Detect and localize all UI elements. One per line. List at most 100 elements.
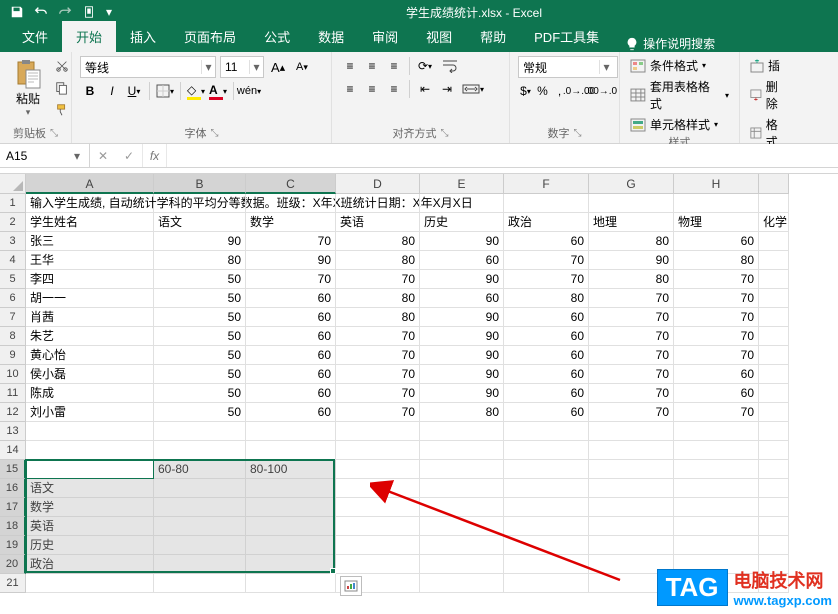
cell[interactable] (154, 574, 246, 593)
cell[interactable]: 80 (336, 232, 420, 251)
cell[interactable] (759, 403, 789, 422)
align-right-icon[interactable]: ≡ (384, 79, 404, 99)
cell[interactable] (336, 422, 420, 441)
cell[interactable]: 70 (674, 346, 759, 365)
chevron-down-icon[interactable]: ▾ (249, 60, 263, 74)
copy-icon[interactable] (52, 78, 72, 98)
cell[interactable]: 50 (154, 346, 246, 365)
cell[interactable] (674, 460, 759, 479)
cell[interactable] (420, 422, 504, 441)
cell[interactable] (26, 574, 154, 593)
number-launcher-icon[interactable]: ⤡ (574, 128, 582, 139)
font-color-icon[interactable]: A▾ (208, 81, 228, 101)
cell[interactable]: 肖茜 (26, 308, 154, 327)
cell[interactable] (154, 555, 246, 574)
cell[interactable]: 90 (420, 346, 504, 365)
font-launcher-icon[interactable]: ⤡ (211, 128, 219, 139)
cell[interactable]: 陈成 (26, 384, 154, 403)
cell[interactable]: 70 (336, 384, 420, 403)
cell[interactable] (759, 384, 789, 403)
cell[interactable]: 政治 (504, 213, 589, 232)
cell[interactable] (589, 479, 674, 498)
cell[interactable] (504, 460, 589, 479)
row-header-21[interactable]: 21 (0, 574, 26, 593)
cell[interactable] (589, 517, 674, 536)
paste-button[interactable]: 粘贴 ▾ (8, 56, 48, 120)
cell[interactable]: 70 (674, 270, 759, 289)
number-format-combo[interactable]: ▾ (518, 56, 618, 78)
cell[interactable]: 学生姓名 (26, 213, 154, 232)
cell[interactable] (759, 460, 789, 479)
cell[interactable] (674, 422, 759, 441)
cell[interactable]: 70 (336, 365, 420, 384)
row-header-6[interactable]: 6 (0, 289, 26, 308)
cell[interactable]: 90 (420, 270, 504, 289)
tell-me-search[interactable]: 操作说明搜索 (625, 35, 715, 52)
cell[interactable] (674, 536, 759, 555)
row-header-18[interactable]: 18 (0, 517, 26, 536)
increase-indent-icon[interactable]: ⇥ (437, 79, 457, 99)
tab-home[interactable]: 开始 (62, 21, 116, 52)
cell[interactable]: 60 (246, 308, 336, 327)
cell[interactable]: 90 (420, 232, 504, 251)
cell[interactable]: 70 (589, 365, 674, 384)
cell[interactable] (420, 479, 504, 498)
cell[interactable]: 50 (154, 289, 246, 308)
cell[interactable]: 70 (674, 403, 759, 422)
cell[interactable] (504, 194, 589, 213)
row-header-19[interactable]: 19 (0, 536, 26, 555)
decrease-indent-icon[interactable]: ⇤ (415, 79, 435, 99)
format-painter-icon[interactable] (52, 100, 72, 120)
tab-file[interactable]: 文件 (8, 21, 62, 52)
cell[interactable]: 政治 (26, 555, 154, 574)
cell[interactable]: 70 (504, 251, 589, 270)
cell[interactable] (154, 479, 246, 498)
cell[interactable]: 70 (589, 289, 674, 308)
tab-formulas[interactable]: 公式 (250, 21, 304, 52)
cell[interactable] (246, 194, 336, 213)
cell[interactable] (589, 498, 674, 517)
cell[interactable]: 李四 (26, 270, 154, 289)
cell[interactable] (759, 441, 789, 460)
cell[interactable] (336, 460, 420, 479)
cell[interactable] (336, 194, 420, 213)
cell[interactable] (246, 441, 336, 460)
cell[interactable]: 张三 (26, 232, 154, 251)
cell[interactable]: 70 (674, 289, 759, 308)
row-header-5[interactable]: 5 (0, 270, 26, 289)
chevron-down-icon[interactable]: ▾ (68, 149, 86, 163)
cell[interactable]: 历史 (26, 536, 154, 555)
cell[interactable] (759, 327, 789, 346)
cell[interactable]: 地理 (589, 213, 674, 232)
underline-icon[interactable]: U▾ (124, 81, 144, 101)
cell[interactable]: 60 (246, 403, 336, 422)
cell[interactable] (504, 422, 589, 441)
cell[interactable] (420, 441, 504, 460)
cell[interactable] (674, 517, 759, 536)
confirm-icon[interactable]: ✓ (116, 149, 142, 163)
row-header-16[interactable]: 16 (0, 479, 26, 498)
wrap-text-icon[interactable] (437, 56, 465, 76)
border-icon[interactable]: ▾ (155, 81, 175, 101)
cell[interactable]: 70 (589, 403, 674, 422)
cell[interactable] (674, 498, 759, 517)
table-format-button[interactable]: 套用表格格式▾ (628, 77, 731, 113)
cell[interactable] (504, 498, 589, 517)
cell[interactable]: 50 (154, 327, 246, 346)
name-box[interactable]: ▾ (0, 144, 90, 167)
cell[interactable]: 80-100 (246, 460, 336, 479)
row-header-15[interactable]: 15 (0, 460, 26, 479)
cell[interactable] (154, 441, 246, 460)
cell[interactable] (759, 365, 789, 384)
cell[interactable] (589, 441, 674, 460)
cell[interactable] (154, 498, 246, 517)
row-header-13[interactable]: 13 (0, 422, 26, 441)
row-header-8[interactable]: 8 (0, 327, 26, 346)
decrease-font-icon[interactable]: A▾ (292, 57, 312, 77)
cell[interactable] (674, 194, 759, 213)
chevron-down-icon[interactable]: ▾ (599, 60, 613, 74)
cell[interactable]: 50 (154, 384, 246, 403)
fx-icon[interactable]: fx (143, 144, 167, 167)
cell[interactable] (336, 479, 420, 498)
col-header-B[interactable]: B (154, 174, 246, 194)
